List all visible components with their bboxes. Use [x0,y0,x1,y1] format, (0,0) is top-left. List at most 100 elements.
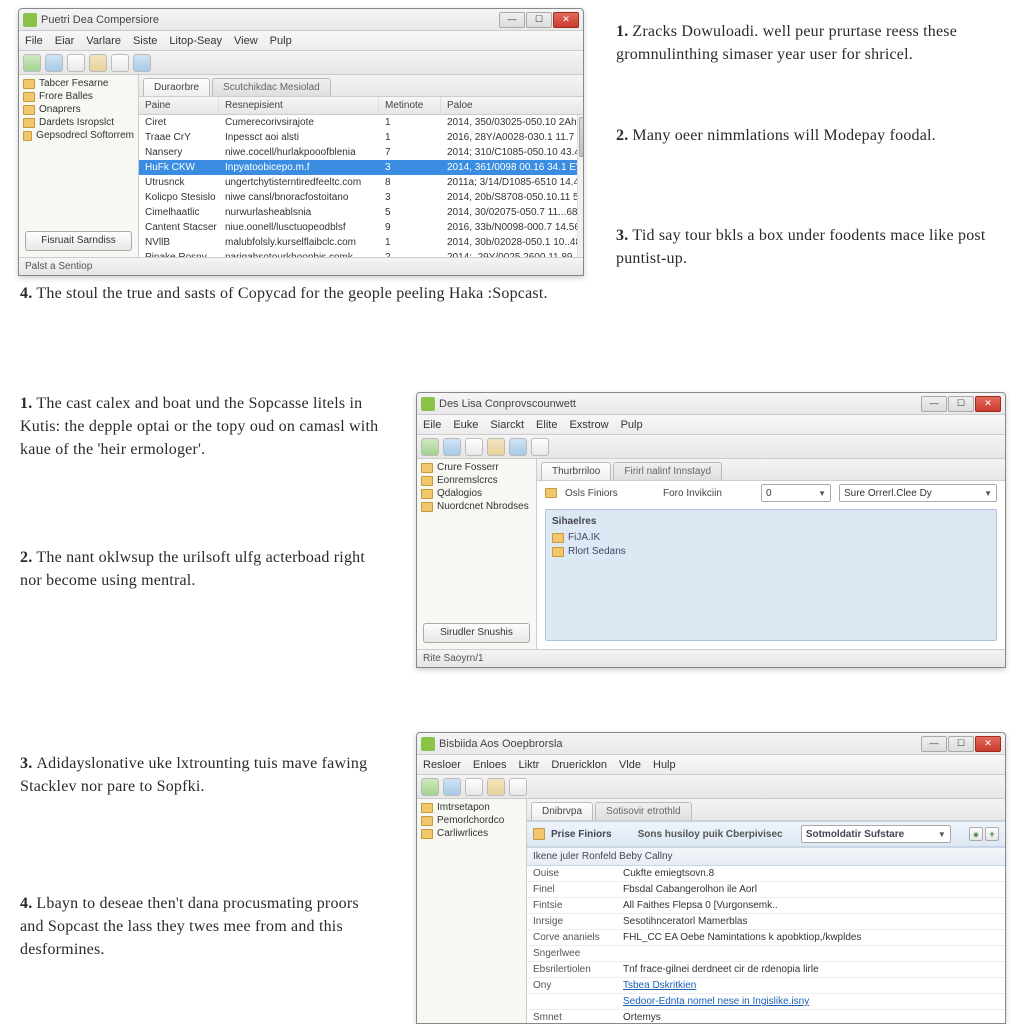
menu-item[interactable]: Vlde [619,759,641,771]
tool-icon[interactable] [509,438,527,456]
sidebar-item[interactable]: Gepsodrecl Softorrem [23,129,134,142]
maximize-button[interactable]: ☐ [948,736,974,752]
menu-item[interactable]: Enloes [473,759,507,771]
app-icon [23,13,37,27]
tool-icon[interactable] [443,438,461,456]
menu-item[interactable]: Liktr [519,759,540,771]
tool-icon[interactable] [465,438,483,456]
minimize-button[interactable]: — [921,736,947,752]
combo[interactable]: Sure Orrerl.Clee Dy▼ [839,484,997,502]
menu-item[interactable]: Siarckt [490,419,524,431]
table-row[interactable]: HuFk CKWInpyatoobicepo.m.f32014, 361/009… [139,160,583,175]
menu-item[interactable]: Hulp [653,759,676,771]
list-item[interactable]: FiJA.IK [552,532,990,543]
menu-item[interactable]: Druericklon [551,759,607,771]
menu-item[interactable]: Euke [453,419,478,431]
sidebar-item[interactable]: Pemorlchordco [421,814,522,827]
table-row[interactable]: Utrusnckungertchytisterntiredfeeltc.com8… [139,175,583,190]
list-item[interactable]: Rlort Sedans [552,546,990,557]
tabs: Duraorbre Scutchikdac Mesiolad [139,75,583,97]
titlebar[interactable]: Puetri Dea Compersiore — ☐ ✕ [19,9,583,31]
table-row[interactable]: Pinake Rosnynarigahsotourkhoopbis.comk22… [139,250,583,257]
table-row[interactable]: CiretCumerecorivsirajote12014, 350/03025… [139,115,583,130]
plus-button[interactable]: + [985,827,999,841]
window-title: Bisbiida Aos Ooepbrorsla [439,738,563,750]
menu-item[interactable]: Exstrow [569,419,608,431]
tool-icon[interactable] [443,778,461,796]
menu-item[interactable]: Pulp [621,419,643,431]
titlebar[interactable]: Des Lisa Conprovscounwett — ☐ ✕ [417,393,1005,415]
sidebar-item[interactable]: Imtrsetapon [421,801,522,814]
sidebar-item[interactable]: Dardets Isropslct [23,116,134,129]
tool-icon[interactable] [421,438,439,456]
window-title: Puetri Dea Compersiore [41,14,159,26]
table-row[interactable]: Traae CrYInpessct aoi alsti12016, 28Y/A0… [139,130,583,145]
menu-item[interactable]: Pulp [270,35,292,47]
table-row[interactable]: Cimelhaatlicnurwurlasheablsnia52014, 30/… [139,205,583,220]
scrollbar[interactable] [577,115,583,257]
tool-icon[interactable] [67,54,85,72]
tool-icon[interactable] [133,54,151,72]
tool-icon[interactable] [487,778,505,796]
minimize-button[interactable]: — [921,396,947,412]
tool-icon[interactable] [465,778,483,796]
tabs: Thurbrriloo Firirl nalinf Innstayd [537,459,1005,481]
tab[interactable]: Dnibrvpa [531,802,593,820]
tool-icon[interactable] [23,54,41,72]
sidebar-item[interactable]: Qdalogios [421,487,532,500]
tool-icon[interactable] [509,778,527,796]
sidebar-button[interactable]: Fisruait Sarndiss [25,231,132,251]
menu-item[interactable]: View [234,35,258,47]
table-row[interactable]: Kolicpo Stesisloniwe cansl/bnoracfostoit… [139,190,583,205]
tab[interactable]: Duraorbre [143,78,210,96]
menu-item[interactable]: Eile [423,419,441,431]
maximize-button[interactable]: ☐ [526,12,552,28]
tab[interactable]: Sotisovir etrothld [595,802,691,820]
table-row[interactable]: Cantent Stacserniue.oonell/lusctuopeodbl… [139,220,583,235]
tool-icon[interactable] [531,438,549,456]
main-panel: Dnibrvpa Sotisovir etrothld Prise Finior… [527,799,1005,1023]
menu-item[interactable]: Elite [536,419,557,431]
sidebar-item[interactable]: Nuordcnet Nbrodses [421,500,532,513]
tool-icon[interactable] [111,54,129,72]
menu-item[interactable]: Varlare [86,35,121,47]
sidebar-item[interactable]: Tabcer Fesarne [23,77,134,90]
sidebar-item[interactable]: Eonremslcrcs [421,474,532,487]
sidebar-button[interactable]: Sirudler Snushis [423,623,530,643]
tab[interactable]: Firirl nalinf Innstayd [613,462,722,480]
col-header[interactable]: Resnepisient [219,97,379,114]
col-header[interactable]: Paine [139,97,219,114]
tool-icon[interactable] [487,438,505,456]
add-button[interactable]: ⚹ [969,827,983,841]
main-panel: Thurbrriloo Firirl nalinf Innstayd Osls … [537,459,1005,649]
table-row[interactable]: NVllBmalubfolsly.kurselflaibclc.com12014… [139,235,583,250]
titlebar[interactable]: Bisbiida Aos Ooepbrorsla — ☐ ✕ [417,733,1005,755]
menu-item[interactable]: Resloer [423,759,461,771]
menu-item[interactable]: Litop-Seay [169,35,222,47]
maximize-button[interactable]: ☐ [948,396,974,412]
sidebar-item[interactable]: Carliwrlices [421,827,522,840]
combo[interactable]: 0▼ [761,484,831,502]
col-header[interactable]: Metinote [379,97,441,114]
menu-item[interactable]: File [25,35,43,47]
minimize-button[interactable]: — [499,12,525,28]
table-row[interactable]: Nanseryniwe.cocell/hurlakpooofblenia7201… [139,145,583,160]
scroll-thumb[interactable] [579,117,583,157]
tool-icon[interactable] [45,54,63,72]
menu-item[interactable]: Siste [133,35,157,47]
sidebar-item[interactable]: Onaprers [23,103,134,116]
close-button[interactable]: ✕ [975,396,1001,412]
menu-item[interactable]: Eiar [55,35,75,47]
folder-icon [533,828,545,840]
sidebar-item[interactable]: Crure Fosserr [421,461,532,474]
combo[interactable]: Sotmoldatir Sufstare▼ [801,825,951,843]
col-header[interactable]: Paloe [441,97,583,114]
tab[interactable]: Thurbrriloo [541,462,611,480]
app-window-2: Des Lisa Conprovscounwett — ☐ ✕ Eile Euk… [416,392,1006,668]
tab[interactable]: Scutchikdac Mesiolad [212,78,331,96]
tool-icon[interactable] [421,778,439,796]
close-button[interactable]: ✕ [553,12,579,28]
sidebar-item[interactable]: Frore Balles [23,90,134,103]
close-button[interactable]: ✕ [975,736,1001,752]
tool-icon[interactable] [89,54,107,72]
